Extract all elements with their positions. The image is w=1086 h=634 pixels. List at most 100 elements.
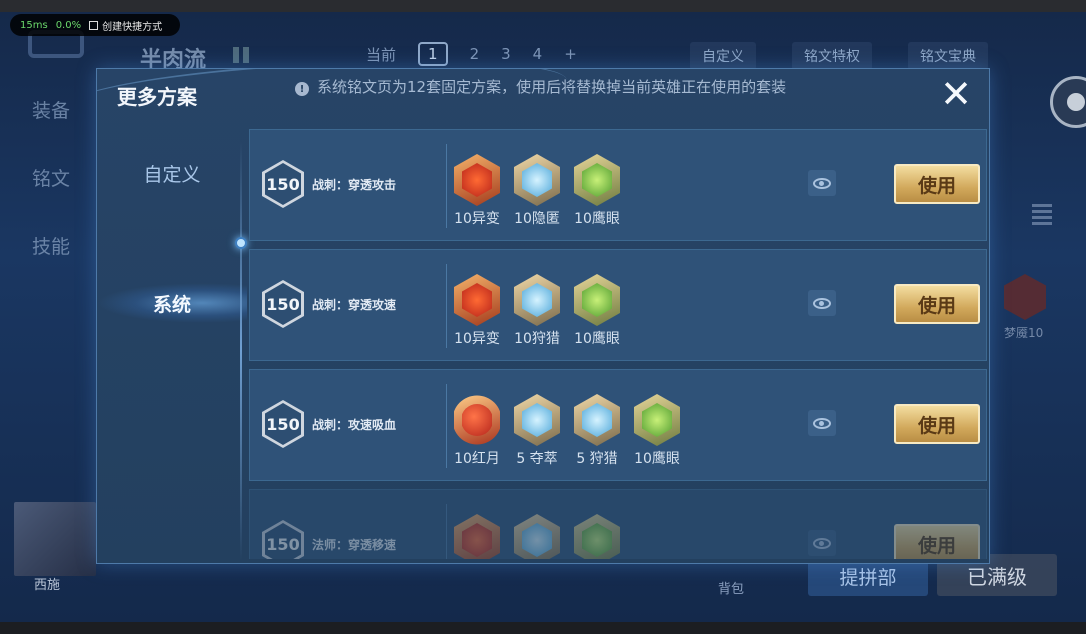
plan-list[interactable]: 150 战刺：穿透攻击 10异变 10隐匿 10鹰眼 使用 150 战刺：穿透攻… [249,129,987,559]
modal-title: 更多方案 [117,85,197,109]
rune-red-icon [454,154,500,206]
rune-label: 10鹰眼 [634,451,680,467]
use-button[interactable]: 使用 [894,284,980,324]
use-button[interactable]: 使用 [894,524,980,559]
tab-1[interactable]: 1 [418,42,448,66]
close-button[interactable]: ✕ [939,75,973,113]
frame-time: 15ms [20,19,48,31]
eye-icon [813,177,831,189]
rune-label: 10隐匿 [514,211,560,227]
level-value: 150 [265,163,301,205]
rune-blue-icon [514,154,560,206]
rune-label: 10红月 [454,451,500,467]
level-value: 150 [265,403,301,445]
grid-icon[interactable] [233,47,249,63]
rune-label: 5 狩猎 [576,451,618,467]
rune-list: 10异变 10隐匿 10鹰眼 [454,154,620,228]
info-note: ! 系统铭文页为12套固定方案，使用后将替换掉当前英雄正在使用的套装 [295,79,807,96]
row-divider [446,144,447,228]
rune-slot: 10异变 [454,274,500,348]
custom-button[interactable]: 自定义 [690,42,756,70]
tab-4[interactable]: 4 [533,45,543,63]
rune-slot [514,514,560,559]
rune-blue-icon [514,394,560,446]
level-badge: 150 [262,160,304,208]
bag-label[interactable]: 背包 [718,578,744,597]
plan-name: 法师：穿透移速 [312,538,397,552]
row-divider [446,504,447,559]
menu-icon[interactable] [1032,204,1052,226]
plan-name: 战刺：穿透攻击 [312,178,397,192]
nav-item-custom[interactable]: 自定义 [97,153,247,193]
rune-blue-icon [514,274,560,326]
rune-slot: 5 夺萃 [514,394,560,468]
side-nav-equipment[interactable]: 装备 [32,96,70,123]
rune-slot: 5 狩猎 [574,394,620,468]
rune-slot: 10鹰眼 [634,394,680,468]
level-badge: 150 [262,400,304,448]
info-text: 系统铭文页为12套固定方案，使用后将替换掉当前英雄正在使用的套装 [317,78,787,96]
shortcut-icon [89,20,99,30]
rune-green-icon [634,394,680,446]
level-value: 150 [265,283,301,325]
top-bar [0,0,1086,12]
hero-avatar[interactable] [14,502,96,576]
row-divider [446,264,447,348]
info-icon: ! [295,82,309,96]
rune-label: 10狩猎 [514,331,560,347]
rune-label: 10鹰眼 [574,211,620,227]
tab-3[interactable]: 3 [501,45,511,63]
rune-red-icon [454,274,500,326]
level-badge: 150 [262,520,304,559]
rune-green-icon [574,274,620,326]
eye-icon [813,417,831,429]
more-plans-modal: 更多方案 ! 系统铭文页为12套固定方案，使用后将替换掉当前英雄正在使用的套装 … [96,68,990,564]
plan-nav: 自定义 系统 [97,129,247,559]
preview-button[interactable] [808,170,836,196]
side-nav-runes[interactable]: 铭文 [32,164,70,191]
nav-item-system[interactable]: 系统 [97,283,247,323]
preview-button[interactable] [808,410,836,436]
rune-list: 10红月 5 夺萃 5 狩猎 10鹰眼 [454,394,680,468]
tab-2[interactable]: 2 [470,45,480,63]
plan-row: 150 战刺：穿透攻速 10异变 10狩猎 10鹰眼 使用 [249,249,987,361]
plan-name: 战刺：攻速吸血 [312,418,397,432]
plan-row: 150 法师：穿透移速 使用 [249,489,987,559]
rune-slot: 10异变 [454,154,500,228]
rune-red-icon [454,395,500,445]
preview-button[interactable] [808,290,836,316]
hero-name: 西施 [34,578,61,593]
rune-list [454,514,620,559]
rune-label: 5 夺萃 [516,451,558,467]
row-divider [446,384,447,468]
nav-divider [240,141,242,561]
page-tabs: 当前 1 2 3 4 + [366,42,577,66]
rune-slot: 10红月 [454,394,500,468]
rune-slot: 10隐匿 [514,154,560,228]
rune-blue-icon [514,514,560,559]
rune-label: 10异变 [454,331,500,347]
nav-indicator [235,237,247,249]
tab-add[interactable]: + [564,45,577,63]
plan-row: 150 战刺：穿透攻击 10异变 10隐匿 10鹰眼 使用 [249,129,987,241]
rune-green-icon [574,154,620,206]
rune-slot: 10鹰眼 [574,274,620,348]
use-button[interactable]: 使用 [894,404,980,444]
use-button[interactable]: 使用 [894,164,980,204]
rune-privilege-label: 铭文特权 [804,49,860,65]
settings-gear-icon[interactable] [1050,76,1086,128]
create-shortcut[interactable]: 创建快捷方式 [89,18,162,33]
side-rune-icon [1004,274,1046,320]
rune-privilege-button[interactable]: 铭文特权 [792,42,872,70]
plan-row: 150 战刺：攻速吸血 10红月 5 夺萃 5 狩猎 10鹰眼 使用 [249,369,987,481]
eye-icon [813,297,831,309]
rune-guide-button[interactable]: 铭文宝典 [908,42,988,70]
rune-slot [454,514,500,559]
tab-current[interactable]: 当前 [366,44,396,65]
preview-button[interactable] [808,530,836,556]
rune-list: 10异变 10狩猎 10鹰眼 [454,274,620,348]
eye-icon [813,537,831,549]
rune-slot: 10狩猎 [514,274,560,348]
perf-overlay: 15ms 0.0% 创建快捷方式 [10,14,180,36]
side-nav-skills[interactable]: 技能 [32,232,70,259]
